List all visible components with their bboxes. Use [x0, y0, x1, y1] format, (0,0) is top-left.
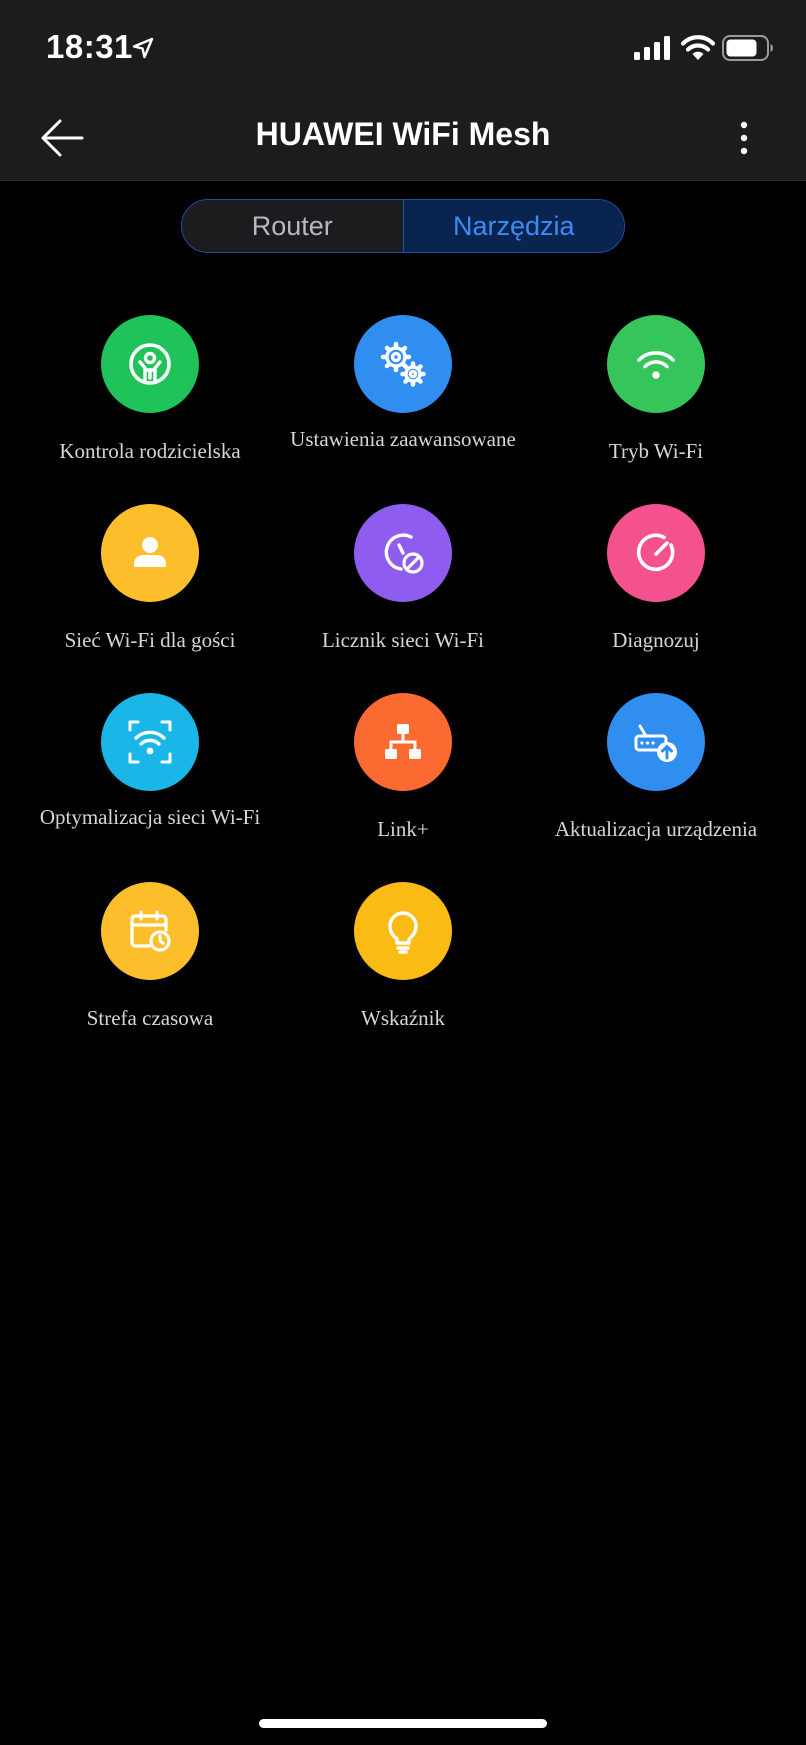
router-upgrade-icon	[634, 724, 677, 762]
cellular-signal-icon	[634, 36, 670, 60]
lightbulb-icon	[388, 911, 418, 954]
tool-label: Sieć Wi-Fi dla gości	[64, 628, 236, 652]
wifi-timer-icon	[384, 533, 424, 574]
tool-label: Tryb Wi-Fi	[608, 439, 704, 463]
tool-time-zone[interactable]: Strefa czasowa	[24, 882, 276, 1052]
tool-label: Kontrola rodzicielska	[59, 439, 241, 463]
wifi-status-icon	[680, 35, 716, 60]
more-vertical-icon	[740, 121, 748, 155]
tool-wifi-timer[interactable]: Licznik sieci Wi-Fi	[277, 504, 529, 674]
wifi-icon	[637, 351, 675, 379]
tool-label: Ustawienia zaawansowane	[290, 427, 516, 451]
parental-control-icon-circle	[101, 315, 199, 413]
wifi-optimize-icon	[128, 720, 172, 764]
lightbulb-icon-circle	[354, 882, 452, 980]
tool-device-update[interactable]: Aktualizacja urządzenia	[530, 693, 782, 863]
gears-icon	[380, 341, 426, 387]
network-topology-icon	[385, 724, 421, 759]
tool-wifi-mode[interactable]: Tryb Wi-Fi	[530, 315, 782, 485]
tool-guest-wifi[interactable]: Sieć Wi-Fi dla gości	[24, 504, 276, 674]
tool-wifi-optimization[interactable]: Optymalizacja sieci Wi-Fi	[24, 693, 276, 863]
tab-router[interactable]: Router	[182, 200, 403, 252]
app-header: HUAWEI WiFi Mesh	[0, 98, 806, 181]
guest-user-icon-circle	[101, 504, 199, 602]
router-upgrade-icon-circle	[607, 693, 705, 791]
gears-icon-circle	[354, 315, 452, 413]
wifi-optimize-icon-circle	[101, 693, 199, 791]
battery-icon	[722, 35, 773, 61]
segmented-control: Router Narzędzia	[181, 199, 625, 253]
parental-control-icon	[129, 343, 171, 385]
calendar-clock-icon-circle	[101, 882, 199, 980]
page-title: HUAWEI WiFi Mesh	[255, 116, 551, 152]
tool-link-plus[interactable]: Link+	[277, 693, 529, 863]
tool-advanced-settings[interactable]: Ustawienia zaawansowane	[277, 315, 529, 485]
status-time: 18:31	[46, 28, 133, 65]
tool-label: Optymalizacja sieci Wi-Fi	[39, 805, 261, 829]
location-arrow-icon	[132, 37, 154, 59]
tool-parental-control[interactable]: Kontrola rodzicielska	[24, 315, 276, 485]
tool-label: Licznik sieci Wi-Fi	[321, 628, 485, 652]
home-indicator	[259, 1719, 547, 1728]
diagnose-gauge-icon	[636, 533, 675, 572]
tool-indicator[interactable]: Wskaźnik	[277, 882, 529, 1052]
calendar-clock-icon	[130, 910, 171, 952]
tool-diagnose[interactable]: Diagnozuj	[530, 504, 782, 674]
tool-label: Strefa czasowa	[86, 1006, 214, 1030]
tool-label: Diagnozuj	[612, 628, 700, 652]
tool-label: Wskaźnik	[361, 1006, 445, 1030]
wifi-timer-icon-circle	[354, 504, 452, 602]
diagnose-gauge-icon-circle	[607, 504, 705, 602]
more-options-button[interactable]	[724, 112, 764, 164]
tab-narzedzia[interactable]: Narzędzia	[402, 200, 624, 252]
network-topology-icon-circle	[354, 693, 452, 791]
status-bar: 18:31	[0, 0, 806, 98]
guest-user-icon	[134, 537, 166, 567]
wifi-icon-circle	[607, 315, 705, 413]
tool-label: Aktualizacja urządzenia	[554, 817, 758, 841]
tool-label: Link+	[377, 817, 429, 841]
